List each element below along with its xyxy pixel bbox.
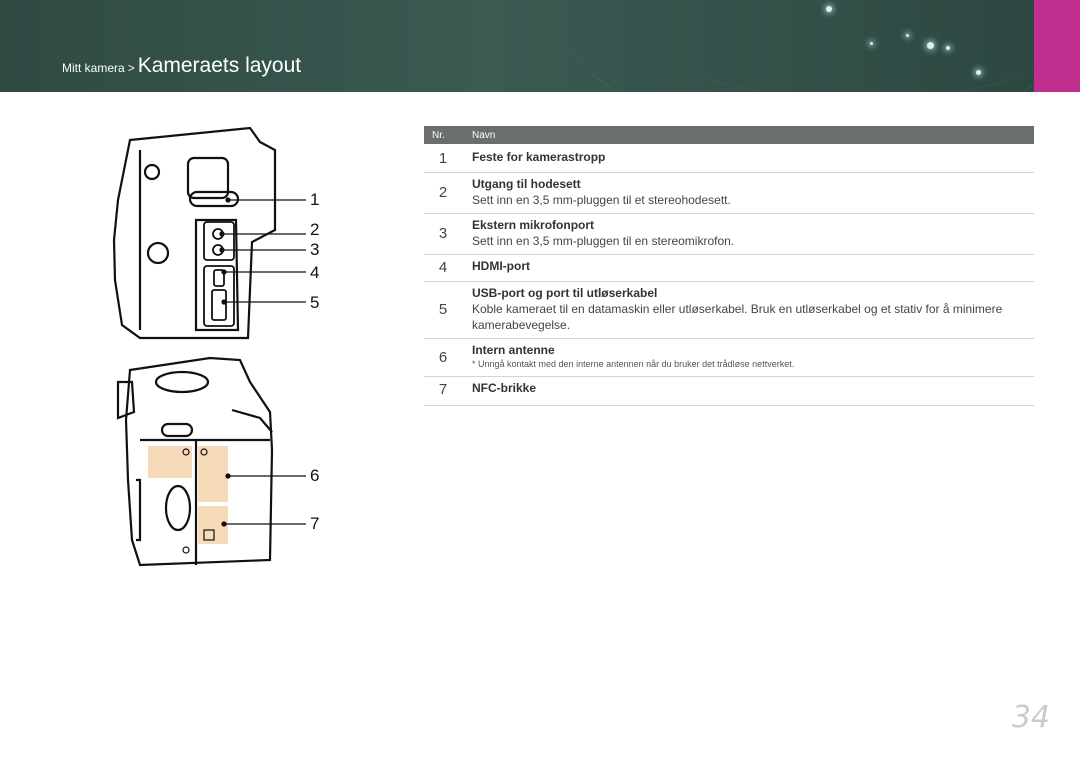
column-header-number: Nr.	[432, 129, 445, 141]
table-header: Nr. Navn	[424, 126, 1034, 144]
camera-side-view	[112, 126, 277, 340]
page-number: 34	[1011, 700, 1050, 735]
section-tab	[1034, 0, 1080, 92]
row-number: 7	[438, 381, 448, 398]
callout-number: 7	[310, 514, 320, 533]
page-header: Mitt kamera > Kameraets layout	[0, 0, 1080, 92]
row-name: NFC-brikke	[472, 381, 537, 395]
column-header-name: Navn	[472, 129, 496, 141]
table-row: 5 USB-port og port til utløserkabel Kobl…	[424, 282, 1034, 339]
camera-layout-figure: 1 2 3 4 5 6 7	[100, 120, 360, 580]
breadcrumb-parent: Mitt kamera	[62, 61, 125, 75]
row-number: 5	[438, 301, 448, 318]
sparkle-icon	[906, 34, 909, 37]
sparkle-icon	[927, 42, 934, 49]
parts-table: Nr. Navn 1 Feste for kamerastropp 2 Utga…	[424, 126, 1034, 406]
row-name: Ekstern mikrofonport	[472, 218, 595, 232]
breadcrumb: Mitt kamera > Kameraets layout	[62, 54, 301, 78]
row-description: Koble kameraet til en datamaskin eller u…	[472, 302, 1003, 332]
callout-number: 5	[310, 293, 320, 312]
callout-number: 4	[310, 263, 320, 282]
camera-bottom-view	[116, 356, 274, 567]
row-number: 4	[438, 259, 448, 276]
callout-number: 6	[310, 466, 320, 485]
row-name: Utgang til hodesett	[472, 177, 581, 191]
sparkle-icon	[826, 6, 832, 12]
row-note: * Unngå kontakt med den interne antennen…	[472, 359, 795, 369]
table-row: 7 NFC-brikke	[424, 377, 1034, 406]
row-description: Sett inn en 3,5 mm-pluggen til et stereo…	[472, 193, 731, 207]
row-number: 2	[438, 184, 448, 201]
table-row: 6 Intern antenne * Unngå kontakt med den…	[424, 339, 1034, 377]
page-title: Kameraets layout	[137, 54, 302, 77]
table-row: 1 Feste for kamerastropp	[424, 144, 1034, 173]
callout-number: 3	[310, 240, 320, 259]
row-name: HDMI-port	[472, 259, 530, 273]
callout-number: 1	[310, 190, 320, 209]
row-number: 1	[438, 150, 448, 167]
row-description: Sett inn en 3,5 mm-pluggen til en stereo…	[472, 234, 735, 248]
callout-number: 2	[310, 220, 320, 239]
table-row: 4 HDMI-port	[424, 255, 1034, 282]
row-name: USB-port og port til utløserkabel	[472, 286, 658, 300]
row-name: Feste for kamerastropp	[472, 150, 606, 164]
table-row: 2 Utgang til hodesett Sett inn en 3,5 mm…	[424, 173, 1034, 214]
row-number: 3	[438, 225, 448, 242]
sparkle-icon	[946, 46, 950, 50]
row-number: 6	[438, 348, 448, 366]
sparkle-icon	[976, 70, 981, 75]
sparkle-icon	[870, 42, 873, 45]
table-row: 3 Ekstern mikrofonport Sett inn en 3,5 m…	[424, 214, 1034, 255]
breadcrumb-separator: >	[127, 61, 135, 75]
camera-illustration	[112, 126, 306, 567]
row-name: Intern antenne	[472, 343, 555, 357]
